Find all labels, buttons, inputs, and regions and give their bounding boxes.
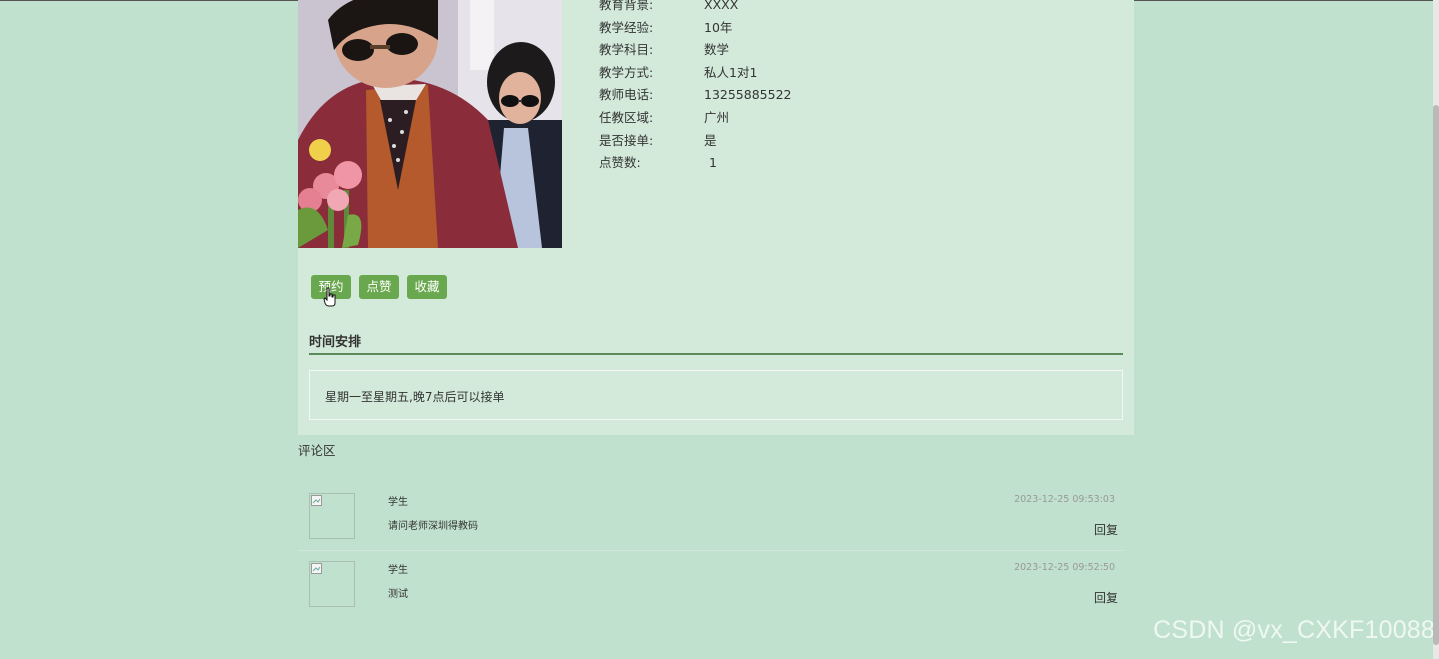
- info-label: 任教区域:: [599, 109, 654, 125]
- schedule-box: 星期一至星期五,晚7点后可以接单: [309, 370, 1123, 420]
- info-value: 广州: [704, 109, 730, 125]
- info-label: 点赞数:: [599, 155, 641, 171]
- comment-author: 学生: [388, 497, 408, 508]
- info-value: 1: [709, 155, 717, 171]
- watermark: CSDN @vx_CXKF10088: [1153, 616, 1435, 644]
- info-label: 教学科目:: [599, 42, 654, 58]
- comment-author: 学生: [388, 565, 408, 576]
- comment-text: 请问老师深圳得教码: [388, 521, 478, 532]
- schedule-divider: [309, 353, 1123, 355]
- avatar: [309, 561, 355, 607]
- comment-item: 学生 测试 2023-12-25 09:52:50 回复: [298, 561, 1124, 629]
- reply-button[interactable]: 回复: [1094, 589, 1118, 606]
- info-value: 数学: [704, 42, 730, 58]
- comment-text: 测试: [388, 589, 408, 600]
- info-value: 10年: [704, 19, 733, 35]
- schedule-title: 时间安排: [309, 335, 362, 350]
- info-value: XXXX: [704, 0, 739, 12]
- info-value: 私人1对1: [704, 64, 758, 80]
- like-button[interactable]: 点赞: [359, 275, 399, 299]
- hand-cursor-icon: [323, 287, 336, 307]
- teacher-detail-panel: 教育背景: XXXX 教学经验: 10年 教学科目: 数学 教学方式: 私人1对…: [298, 0, 1134, 435]
- favorite-button[interactable]: 收藏: [407, 275, 447, 299]
- comment-time: 2023-12-25 09:52:50: [1014, 562, 1115, 573]
- comments-title: 评论区: [298, 443, 336, 458]
- info-label: 教学经验:: [599, 19, 654, 35]
- info-value: 13255885522: [704, 87, 792, 103]
- schedule-text: 星期一至星期五,晚7点后可以接单: [325, 390, 505, 404]
- broken-image-icon: [311, 495, 322, 506]
- avatar: [309, 493, 355, 539]
- comment-divider: [298, 550, 1124, 551]
- broken-image-icon: [311, 563, 322, 574]
- comment-time: 2023-12-25 09:53:03: [1014, 494, 1115, 505]
- info-label: 教学方式:: [599, 64, 654, 80]
- info-label: 是否接单:: [599, 132, 654, 148]
- teacher-photo: [298, 0, 562, 248]
- info-label: 教师电话:: [599, 87, 654, 103]
- info-value: 是: [704, 132, 717, 148]
- reply-button[interactable]: 回复: [1094, 521, 1118, 538]
- info-label: 教育背景:: [599, 0, 654, 12]
- scrollbar-thumb[interactable]: [1433, 105, 1439, 645]
